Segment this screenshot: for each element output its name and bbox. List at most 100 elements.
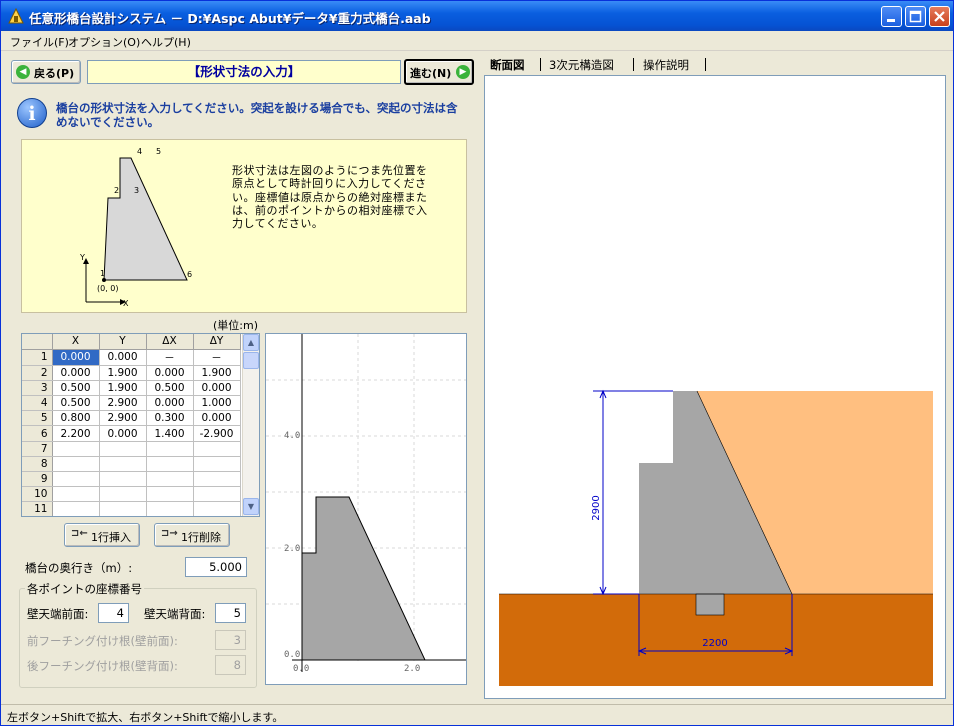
grid-cell[interactable]: 2.200: [52, 425, 100, 442]
scroll-up-icon[interactable]: ▲: [243, 334, 259, 351]
table-row[interactable]: 4 0.500 2.900 0.000 1.000: [22, 395, 241, 412]
row-number[interactable]: 7: [22, 441, 53, 457]
grid-cell[interactable]: [99, 486, 147, 503]
table-row[interactable]: 2 0.000 1.900 0.000 1.900: [22, 365, 241, 381]
grid-cell[interactable]: 1.000: [193, 395, 241, 412]
scroll-thumb[interactable]: [243, 352, 259, 369]
section-drawing-canvas[interactable]: 2900 2200: [484, 75, 946, 699]
grid-cell[interactable]: 0.000: [52, 365, 100, 381]
grid-cell[interactable]: 0.000: [146, 365, 194, 381]
grid-scrollbar[interactable]: ▲ ▼: [242, 334, 259, 516]
grid-cell[interactable]: [193, 486, 241, 503]
row-number[interactable]: 9: [22, 471, 53, 488]
insert-row-button[interactable]: ⊐← 1行挿入: [64, 523, 140, 547]
depth-input[interactable]: 5.000: [185, 557, 247, 577]
column-header-y[interactable]: Y: [99, 334, 147, 350]
column-header-dy[interactable]: ΔY: [193, 334, 241, 350]
tab-instructions[interactable]: 操作説明: [643, 57, 689, 73]
grid-cell[interactable]: 1.900: [99, 365, 147, 381]
grid-cell[interactable]: [99, 456, 147, 473]
row-number[interactable]: 1: [22, 349, 53, 366]
grid-cell[interactable]: [146, 486, 194, 503]
wall-top-back-input[interactable]: 5: [215, 603, 246, 623]
grid-cell[interactable]: [99, 471, 147, 488]
grid-cell[interactable]: [146, 471, 194, 488]
wall-top-front-input[interactable]: 4: [98, 603, 129, 623]
column-header-dx[interactable]: ΔX: [146, 334, 194, 350]
grid-cell[interactable]: 0.000: [193, 380, 241, 397]
grid-cell[interactable]: [193, 441, 241, 457]
tab-3d-view[interactable]: 3次元構造図: [549, 57, 614, 73]
tab-section-view[interactable]: 断面図: [490, 57, 525, 73]
row-number[interactable]: 6: [22, 425, 53, 442]
minimize-button[interactable]: [881, 6, 902, 27]
grid-cell[interactable]: 0.500: [146, 380, 194, 397]
title-bar[interactable]: 任意形橋台設計システム － D:¥Aspc Abut¥データ¥重力式橋台.aab: [1, 1, 953, 31]
grid-cell[interactable]: 2.900: [99, 410, 147, 427]
grid-cell[interactable]: 0.000: [52, 349, 100, 366]
menu-file[interactable]: ファイル(F): [10, 34, 69, 50]
diagram-y-label: Y: [79, 253, 85, 262]
scroll-down-icon[interactable]: ▼: [243, 498, 259, 515]
grid-cell[interactable]: 0.000: [146, 395, 194, 412]
grid-cell[interactable]: －: [193, 349, 241, 366]
row-number[interactable]: 5: [22, 410, 53, 427]
row-number[interactable]: 2: [22, 365, 53, 381]
coordinate-grid[interactable]: X Y ΔX ΔY 1 0.000 0.000 －－ 2 0.000 1.900 0.000 1…: [21, 333, 260, 517]
diagram-point-4: 4: [137, 147, 142, 156]
table-row[interactable]: 7: [22, 441, 241, 457]
delete-row-button[interactable]: ⊐→ 1行削除: [154, 523, 230, 547]
shape-preview[interactable]: 4.0 2.0 0.0 0.0 2.0: [265, 333, 467, 685]
close-button[interactable]: [929, 6, 950, 27]
grid-cell[interactable]: 0.500: [52, 395, 100, 412]
menu-bar: ファイル(F) オプション(O) ヘルプ(H): [1, 31, 953, 51]
back-button[interactable]: ◀ 戻る(P): [11, 60, 81, 84]
grid-cell[interactable]: －: [146, 349, 194, 366]
grid-cell[interactable]: [99, 441, 147, 457]
grid-cell[interactable]: 0.500: [52, 380, 100, 397]
row-number[interactable]: 3: [22, 380, 53, 397]
row-number[interactable]: 4: [22, 395, 53, 412]
column-header-x[interactable]: X: [52, 334, 100, 350]
grid-cell[interactable]: [146, 501, 194, 516]
grid-cell[interactable]: [52, 456, 100, 473]
grid-cell[interactable]: 0.300: [146, 410, 194, 427]
menu-options[interactable]: オプション(O): [68, 34, 140, 50]
grid-cell[interactable]: 1.900: [193, 365, 241, 381]
grid-cell[interactable]: 0.000: [99, 349, 147, 366]
table-row[interactable]: 8: [22, 456, 241, 473]
grid-cell[interactable]: 1.400: [146, 425, 194, 442]
table-row[interactable]: 5 0.800 2.900 0.300 0.000: [22, 410, 241, 427]
grid-cell[interactable]: 0.000: [193, 410, 241, 427]
grid-cell[interactable]: [146, 441, 194, 457]
grid-cell[interactable]: 0.000: [99, 425, 147, 442]
table-row[interactable]: 1 0.000 0.000 －－: [22, 349, 241, 366]
table-row[interactable]: 10: [22, 486, 241, 503]
table-row[interactable]: 11: [22, 501, 241, 516]
row-number[interactable]: 8: [22, 456, 53, 473]
grid-cell[interactable]: 1.900: [99, 380, 147, 397]
grid-cell[interactable]: [52, 471, 100, 488]
maximize-button[interactable]: [905, 6, 926, 27]
forward-button[interactable]: 進む(N) ▶: [404, 59, 474, 85]
grid-cell[interactable]: [52, 501, 100, 516]
table-row[interactable]: 9: [22, 471, 241, 488]
grid-cell[interactable]: [193, 501, 241, 516]
grid-cell[interactable]: [193, 471, 241, 488]
grid-cell[interactable]: [52, 486, 100, 503]
diagram-shape: [103, 157, 188, 281]
maximize-icon: [909, 10, 922, 23]
menu-help[interactable]: ヘルプ(H): [141, 34, 191, 50]
grid-cell[interactable]: [146, 456, 194, 473]
row-number[interactable]: 10: [22, 486, 53, 503]
table-row[interactable]: 6 2.200 0.000 1.400 -2.900: [22, 425, 241, 442]
grid-cell[interactable]: [52, 441, 100, 457]
row-number[interactable]: 11: [22, 501, 53, 516]
grid-cell[interactable]: [193, 456, 241, 473]
grid-cell[interactable]: -2.900: [193, 425, 241, 442]
grid-cell[interactable]: 0.800: [52, 410, 100, 427]
grid-cell[interactable]: [99, 501, 147, 516]
tab-separator: [633, 58, 634, 71]
grid-cell[interactable]: 2.900: [99, 395, 147, 412]
table-row[interactable]: 3 0.500 1.900 0.500 0.000: [22, 380, 241, 397]
